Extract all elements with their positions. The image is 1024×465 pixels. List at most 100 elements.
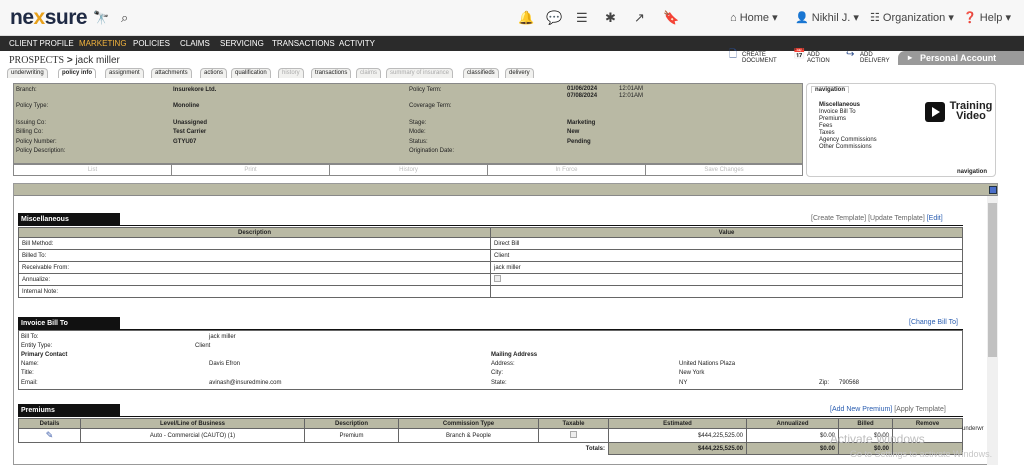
issuing-co-value: Unassigned: [173, 120, 208, 126]
bell-icon[interactable]: 🔔: [518, 10, 534, 26]
personal-account-banner[interactable]: ▸ Personal Account: [898, 51, 1024, 65]
activate-windows-watermark: Activate Windows: [830, 432, 925, 446]
breadcrumb-section[interactable]: PROSPECTS: [9, 55, 64, 66]
edit-details-icon[interactable]: ✎: [46, 430, 54, 440]
scrollbar-thumb[interactable]: [988, 203, 997, 357]
personal-account-label: Personal Account: [920, 53, 997, 63]
organization-label: Organization: [882, 12, 946, 24]
external-link-icon[interactable]: ↗: [634, 10, 645, 26]
billing-co-value: Test Carrier: [173, 129, 207, 135]
bill-method-label: Bill Method:: [18, 237, 491, 250]
policy-number-value: GTYU07: [173, 139, 197, 145]
contact-email-label: Email:: [21, 380, 38, 386]
apply-template-link[interactable]: [Apply Template]: [894, 406, 946, 413]
table-row: Receivable From: jack miller: [18, 261, 963, 274]
calendar-icon: 📅: [793, 49, 806, 60]
caret-right-icon: ▸: [908, 53, 913, 62]
nexsure-logo[interactable]: nexsure: [10, 6, 88, 30]
history-button[interactable]: History: [330, 167, 487, 173]
annualized-cell: $0.00: [746, 428, 839, 443]
nav-link-taxes[interactable]: Taxes: [819, 130, 835, 136]
annualize-checkbox[interactable]: [494, 275, 501, 282]
in-force-button[interactable]: In Force: [488, 167, 645, 173]
city-value: New York: [679, 370, 705, 376]
nav-transactions[interactable]: TRANSACTIONS: [272, 39, 335, 48]
total-estimated: $444,225,525.00: [608, 442, 747, 455]
nav-policies[interactable]: POLICIES: [133, 39, 170, 48]
tab-actions[interactable]: actions: [200, 68, 228, 78]
taxable-checkbox[interactable]: [570, 431, 577, 438]
add-new-premium-link[interactable]: [Add New Premium]: [830, 406, 892, 413]
tab-attachments[interactable]: attachments: [151, 68, 192, 78]
update-template-link[interactable]: [Update Template]: [868, 215, 925, 222]
print-button[interactable]: Print: [172, 167, 329, 173]
table-row: Billed To: Client: [18, 249, 963, 262]
navigation-tab[interactable]: navigation: [811, 86, 850, 93]
table-row: Annualize:: [18, 273, 963, 286]
organization-menu[interactable]: ☷ Organization ▾: [870, 11, 954, 24]
edit-link[interactable]: [Edit]: [927, 215, 943, 222]
home-menu[interactable]: ⌂ Home ▾: [730, 11, 778, 24]
totals-row: Totals: $444,225,525.00 $0.00 $0.00: [18, 442, 963, 455]
column-header-annualized: Annualized: [746, 418, 839, 429]
nav-link-fees[interactable]: Fees: [819, 123, 832, 129]
tab-policy-info[interactable]: policy info: [58, 68, 96, 78]
tab-summary-of-insurance[interactable]: summary of insurance: [386, 68, 454, 78]
entity-type-label: Entity Type:: [21, 343, 53, 349]
term-end-time: 12:01AM: [619, 93, 644, 99]
tab-transactions[interactable]: transactions: [311, 68, 352, 78]
state-label: State:: [491, 380, 507, 386]
nav-link-premiums[interactable]: Premiums: [819, 116, 846, 122]
detail-toolbar: [14, 184, 997, 196]
tab-claims[interactable]: claims: [356, 68, 382, 78]
contact-email-value: avinash@insuredmine.com: [209, 380, 282, 386]
training-video-button[interactable]: Training Video: [925, 101, 995, 123]
tab-classifieds[interactable]: classifieds: [463, 68, 499, 78]
breadcrumb-name: jack miller: [75, 55, 120, 66]
binoculars-icon[interactable]: 🔭: [93, 10, 109, 26]
nav-link-miscellaneous[interactable]: Miscellaneous: [819, 102, 860, 108]
nav-client-profile[interactable]: CLIENT PROFILE: [9, 39, 74, 48]
nav-marketing[interactable]: MARKETING: [79, 39, 127, 48]
issuing-co-label: Issuing Co:: [16, 120, 47, 126]
nav-claims[interactable]: CLAIMS: [180, 39, 210, 48]
nav-activity[interactable]: ACTIVITY: [339, 39, 375, 48]
play-icon: [925, 102, 945, 122]
list-button[interactable]: List: [14, 167, 171, 173]
nav-link-agency-commissions[interactable]: Agency Commissions: [819, 137, 877, 143]
user-menu[interactable]: 👤 Nikhil J. ▾: [795, 11, 859, 24]
underwriting-side-tab[interactable]: underwr: [962, 426, 984, 432]
branch-value: Insurekore Ltd.: [173, 87, 217, 93]
mailing-address-heading: Mailing Address: [491, 352, 538, 358]
table-header-row: Description Value: [18, 227, 963, 238]
save-changes-button[interactable]: Save Changes: [646, 167, 802, 173]
nav-servicing[interactable]: SERVICING: [220, 39, 264, 48]
nav-link-other-commissions[interactable]: Other Commissions: [819, 144, 872, 150]
create-template-link[interactable]: [Create Template]: [811, 215, 866, 222]
change-bill-to-link[interactable]: [Change Bill To]: [909, 319, 958, 326]
breadcrumb-separator: >: [66, 55, 73, 66]
tab-qualification[interactable]: qualification: [231, 68, 271, 78]
asterisk-icon[interactable]: ✱: [605, 10, 616, 26]
list-icon[interactable]: ☰: [576, 10, 588, 26]
primary-contact-heading: Primary Contact: [21, 352, 68, 358]
tab-history[interactable]: history: [278, 68, 304, 78]
contact-name-label: Name:: [21, 361, 39, 367]
search-icon[interactable]: ⌕: [121, 10, 128, 26]
branch-label: Branch:: [16, 87, 37, 93]
tab-assignment[interactable]: assignment: [105, 68, 144, 78]
stage-label: Stage:: [409, 120, 427, 126]
user-label: Nikhil J.: [811, 12, 851, 24]
chat-icon[interactable]: 💬: [546, 10, 562, 26]
term-start-time: 12:01AM: [619, 86, 644, 92]
tab-delivery[interactable]: delivery: [505, 68, 534, 78]
help-label: Help: [979, 12, 1003, 24]
bookmark-icon[interactable]: 🔖: [663, 10, 679, 26]
nav-link-invoice-bill-to[interactable]: Invoice Bill To: [819, 109, 856, 115]
navigation-footer-tab[interactable]: navigation: [957, 169, 987, 175]
column-header-description: Description: [18, 227, 491, 238]
breadcrumb: PROSPECTS > jack miller: [9, 55, 120, 66]
help-menu[interactable]: ❓ Help ▾: [963, 11, 1011, 24]
tab-underwriting[interactable]: underwriting: [7, 68, 48, 78]
edit-icon[interactable]: [989, 186, 997, 194]
